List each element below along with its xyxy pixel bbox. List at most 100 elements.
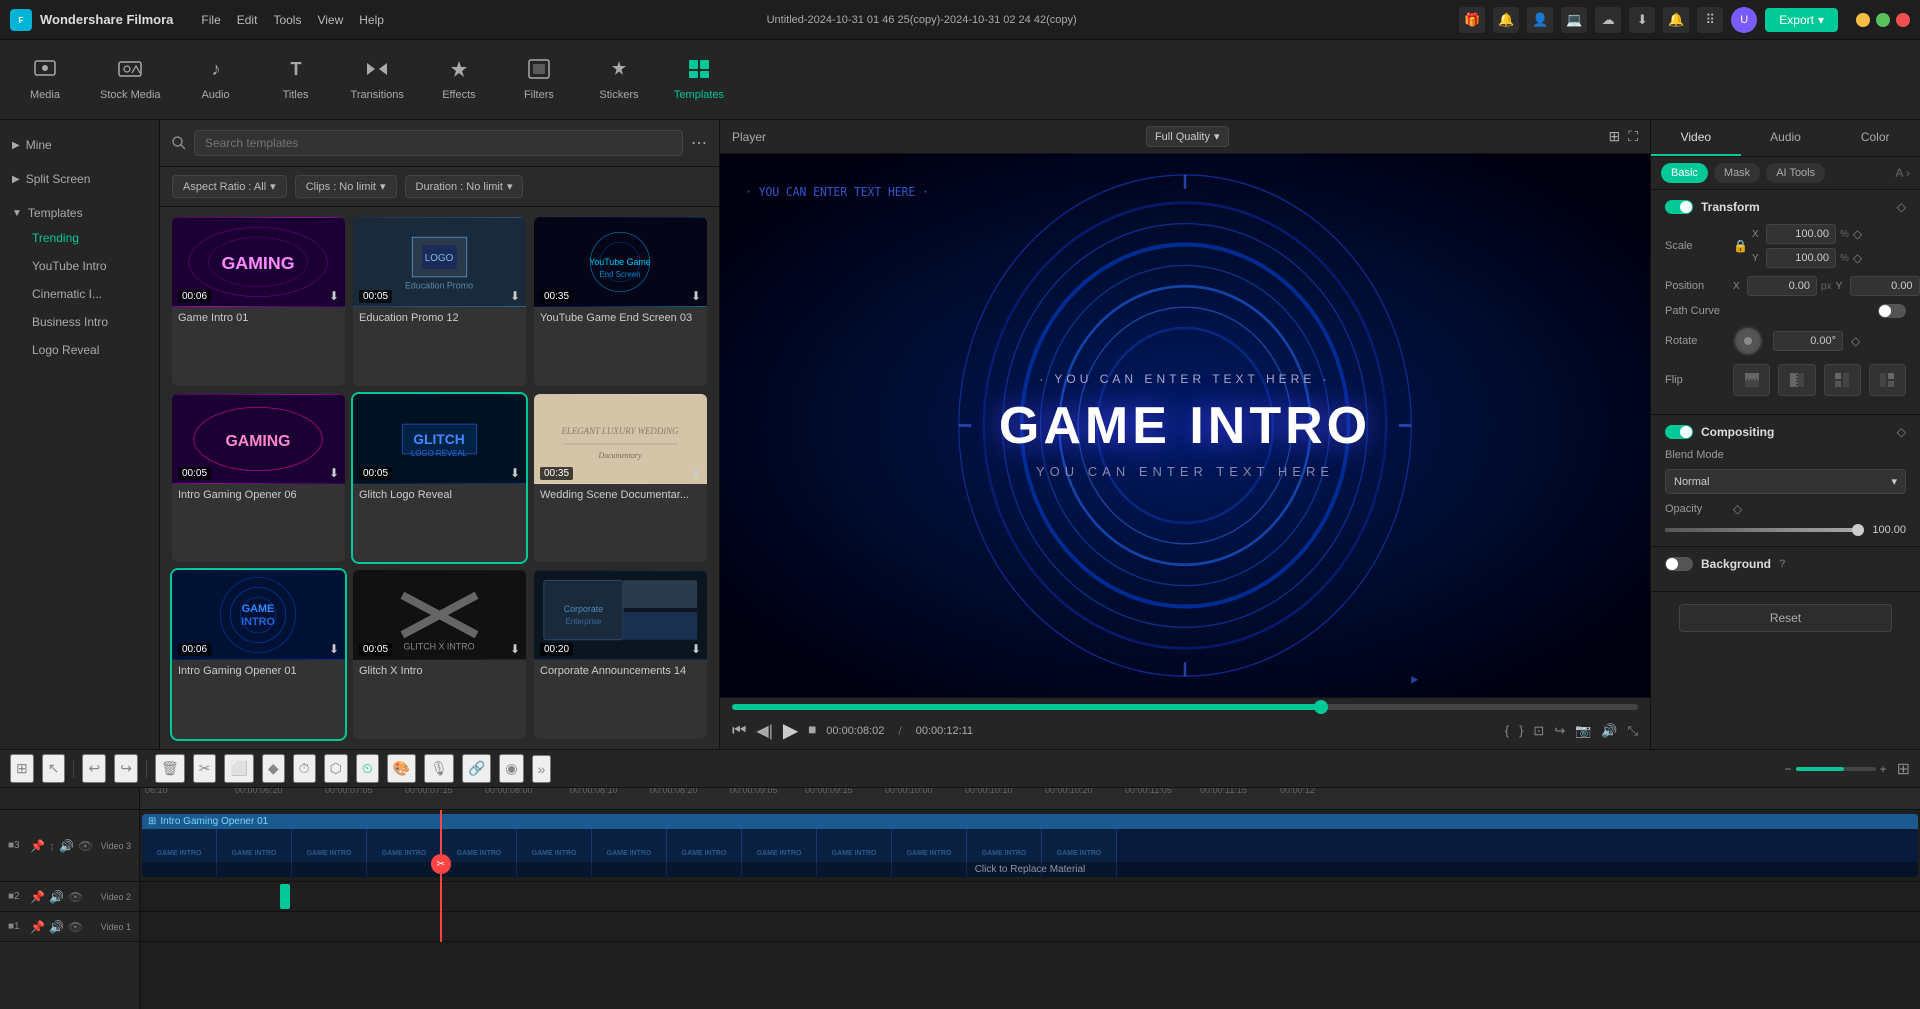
progress-thumb[interactable] (1314, 700, 1328, 714)
scale-x-keyframe[interactable]: ◇ (1853, 227, 1862, 241)
template-download-icon[interactable]: ⬇ (329, 289, 339, 303)
tl-expand-tracks[interactable]: ⊞ (1897, 759, 1910, 779)
maximize-button[interactable] (1876, 13, 1890, 27)
tl-select-button[interactable]: ↖ (42, 754, 66, 783)
bell-icon-btn[interactable]: 🔔 (1493, 7, 1519, 33)
close-button[interactable] (1896, 13, 1910, 27)
sidebar-templates-header[interactable]: ▼ Templates (12, 202, 147, 224)
template-download-icon[interactable]: ⬇ (691, 642, 701, 656)
track3-volume[interactable]: 🔊 (59, 839, 74, 853)
tool-media[interactable]: Media (20, 59, 70, 101)
tl-audio-sync-button[interactable]: 🔗 (462, 754, 491, 783)
account-icon-btn[interactable]: 👤 (1527, 7, 1553, 33)
playback-progress-bar[interactable] (732, 704, 1638, 710)
stop-button[interactable]: ⏹ (808, 722, 816, 740)
menu-tools[interactable]: Tools (273, 13, 301, 27)
template-corporate-14[interactable]: CorporateEnterprise 00:20 ⬇ Corporate An… (534, 570, 707, 739)
tl-speed-button[interactable]: ⏱ (293, 754, 316, 783)
opacity-thumb[interactable] (1852, 524, 1864, 536)
template-glitch-x-intro[interactable]: GLITCH X INTRO 00:05 ⬇ Glitch X Intro (353, 570, 526, 739)
sub-tab-basic[interactable]: Basic (1661, 163, 1708, 183)
flip-option3-button[interactable] (1824, 364, 1861, 396)
tl-zoom-slider[interactable] (1796, 767, 1876, 771)
track2-volume[interactable]: 🔊 (49, 890, 64, 904)
template-download-icon[interactable]: ⬇ (329, 466, 339, 480)
tool-filters[interactable]: Filters (514, 59, 564, 101)
template-download-icon[interactable]: ⬇ (329, 642, 339, 656)
template-game-intro-01[interactable]: GAMING 00:06 ⬇ Game Intro 01 (172, 217, 345, 386)
sub-tab-aitools[interactable]: AI Tools (1766, 163, 1825, 183)
tool-transitions[interactable]: Transitions (351, 59, 404, 101)
user-avatar[interactable]: U (1731, 7, 1757, 33)
background-help[interactable]: ? (1779, 558, 1786, 570)
transform-keyframe[interactable]: ◇ (1897, 200, 1906, 214)
duration-filter[interactable]: Duration : No limit ▾ (405, 175, 524, 198)
sidebar-item-youtube[interactable]: YouTube Intro (12, 252, 147, 280)
template-wedding-scene[interactable]: ELEGANT LUXURY WEDDINGDocumentary 00:35 … (534, 394, 707, 563)
menu-view[interactable]: View (317, 13, 343, 27)
tl-silence-button[interactable]: ◉ (499, 754, 523, 783)
transform-toggle[interactable] (1665, 200, 1693, 214)
append-button[interactable]: ↪ (1554, 723, 1565, 739)
track2-eye[interactable]: 👁 (68, 890, 83, 904)
track1-attach[interactable]: 📌 (30, 920, 45, 934)
play-button[interactable]: ▶ (783, 718, 798, 743)
tl-expand-button[interactable]: » (532, 755, 552, 783)
insert-button[interactable]: ⊡ (1533, 723, 1544, 739)
scale-y-input[interactable] (1766, 248, 1836, 268)
track3-move[interactable]: ↕ (49, 839, 55, 853)
tl-audio-button[interactable]: 🎙 (424, 754, 454, 783)
position-x-input[interactable] (1747, 276, 1817, 296)
frame-back-button[interactable]: ◀| (756, 721, 772, 741)
template-education-promo-12[interactable]: LOGOEducation Promo 00:05 ⬇ Education Pr… (353, 217, 526, 386)
flip-option4-button[interactable] (1869, 364, 1906, 396)
download-icon-btn[interactable]: ⬇ (1629, 7, 1655, 33)
clips-filter[interactable]: Clips : No limit ▾ (295, 175, 397, 198)
track3-eye[interactable]: 👁 (78, 839, 93, 853)
tl-timer-button[interactable]: ⏲ (356, 754, 379, 783)
volume-button[interactable]: 🔊 (1601, 723, 1617, 739)
template-download-icon[interactable]: ⬇ (510, 466, 520, 480)
sub-tab-mask[interactable]: Mask (1714, 163, 1760, 183)
notification-icon-btn[interactable]: 🔔 (1663, 7, 1689, 33)
device-icon-btn[interactable]: 💻 (1561, 7, 1587, 33)
compositing-toggle[interactable] (1665, 425, 1693, 439)
tl-delete-button[interactable]: 🗑 (155, 754, 185, 783)
template-download-icon[interactable]: ⬇ (691, 289, 701, 303)
tl-zoom-in[interactable]: + (1880, 762, 1887, 776)
tab-video[interactable]: Video (1651, 120, 1741, 156)
grid-icon-btn[interactable]: ⠿ (1697, 7, 1723, 33)
opacity-slider[interactable] (1665, 528, 1858, 532)
video2-clip[interactable] (280, 884, 290, 909)
menu-edit[interactable]: Edit (237, 13, 258, 27)
tab-audio[interactable]: Audio (1741, 120, 1831, 156)
mark-out-button[interactable]: } (1519, 723, 1523, 739)
template-download-icon[interactable]: ⬇ (510, 289, 520, 303)
scale-y-keyframe[interactable]: ◇ (1853, 251, 1862, 265)
path-curve-toggle[interactable] (1878, 304, 1906, 318)
tool-audio[interactable]: ♪ Audio (191, 59, 241, 101)
tl-undo-button[interactable]: ↩ (82, 754, 106, 783)
sub-tabs-arrow[interactable]: A › (1895, 166, 1910, 180)
track3-attach[interactable]: 📌 (30, 839, 45, 853)
tl-color-button[interactable]: 🎨 (387, 754, 416, 783)
background-toggle[interactable] (1665, 557, 1693, 571)
opacity-keyframe[interactable]: ◇ (1733, 502, 1742, 516)
aspect-ratio-button[interactable]: ⤡ (1628, 723, 1638, 739)
tool-stickers[interactable]: Stickers (594, 59, 644, 101)
blend-mode-select[interactable]: Normal ▾ (1665, 469, 1906, 494)
tl-redo-button[interactable]: ↪ (114, 754, 138, 783)
export-button[interactable]: Export ▾ (1765, 8, 1838, 32)
tl-split-button[interactable]: ✂ (193, 754, 217, 783)
sidebar-item-trending[interactable]: Trending (12, 224, 147, 252)
track2-attach[interactable]: 📌 (30, 890, 45, 904)
tl-grid-button[interactable]: ⊞ (10, 754, 34, 783)
gift-icon-btn[interactable]: 🎁 (1459, 7, 1485, 33)
snapshot-button[interactable]: 📷 (1575, 723, 1591, 739)
template-download-icon[interactable]: ⬇ (691, 466, 701, 480)
video3-clip[interactable]: ⊞ Intro Gaming Opener 01 GAME INTRO GAME… (142, 814, 1918, 877)
quality-select[interactable]: Full Quality ▾ (1146, 126, 1229, 147)
more-options-button[interactable]: ⋯ (691, 133, 707, 153)
track1-eye[interactable]: 👁 (68, 920, 83, 934)
sidebar-mine-header[interactable]: ▶ Mine (12, 134, 147, 156)
